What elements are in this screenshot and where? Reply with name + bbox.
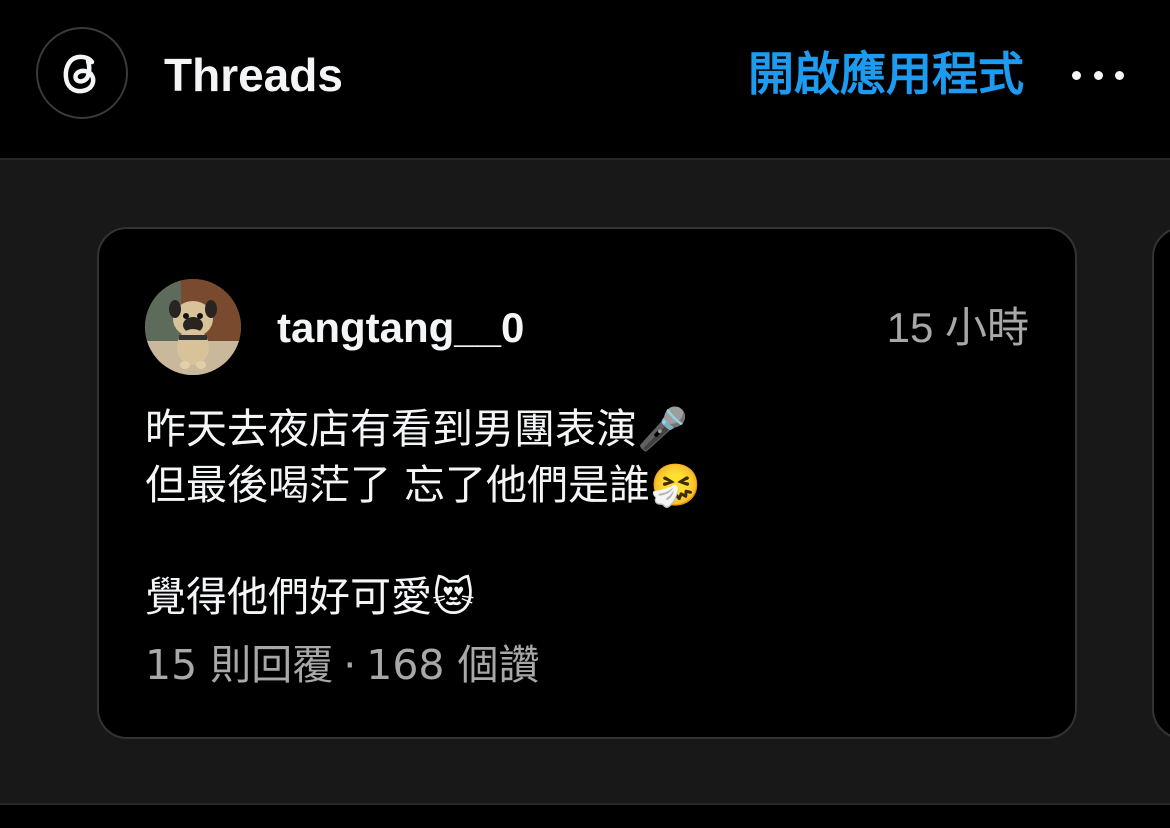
threads-logo-glyph (63, 54, 96, 94)
next-post-card[interactable] (1152, 227, 1170, 739)
more-options-icon[interactable] (1072, 53, 1124, 97)
post-card[interactable]: tangtang__0 15 小時 昨天去夜店有看到男團表演🎤 但最後喝茫了 忘… (97, 227, 1077, 739)
post-line-blank (145, 513, 1025, 569)
stats-separator: · (343, 641, 357, 689)
app-title: Threads (164, 49, 343, 101)
post-timestamp: 15 小時 (886, 304, 1029, 351)
threads-logo-icon[interactable] (36, 27, 128, 119)
likes-count[interactable]: 168 個讚 (366, 641, 539, 689)
post-stats: 15 則回覆 · 168 個讚 (145, 637, 540, 693)
app-header: Threads 開啟應用程式 (0, 0, 1170, 158)
post-username[interactable]: tangtang__0 (277, 303, 524, 353)
replies-count[interactable]: 15 則回覆 (145, 641, 333, 689)
more-dot (1072, 70, 1081, 80)
avatar[interactable] (145, 279, 241, 375)
feed-area: tangtang__0 15 小時 昨天去夜店有看到男團表演🎤 但最後喝茫了 忘… (0, 158, 1170, 803)
post-line: 但最後喝茫了 忘了他們是誰🤧 (145, 461, 702, 509)
post-line: 昨天去夜店有看到男團表演🎤 (145, 405, 689, 453)
open-app-button[interactable]: 開啟應用程式 (748, 46, 1024, 102)
bottom-bar (0, 803, 1170, 828)
post-line: 覺得他們好可愛😻 (145, 573, 475, 621)
more-dot (1115, 70, 1124, 80)
post-body: 昨天去夜店有看到男團表演🎤 但最後喝茫了 忘了他們是誰🤧 覺得他們好可愛😻 (145, 401, 1025, 625)
pug-avatar-icon (145, 279, 241, 375)
more-dot (1093, 70, 1103, 80)
